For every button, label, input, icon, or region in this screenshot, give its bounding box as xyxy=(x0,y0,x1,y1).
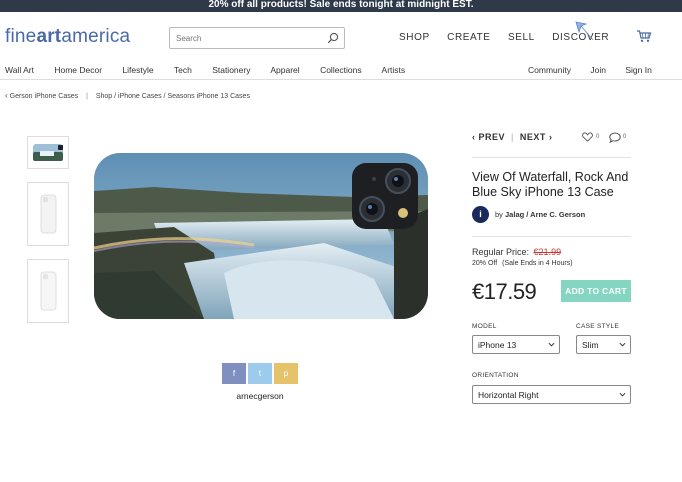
search-input[interactable] xyxy=(170,28,320,49)
pinterest-icon: p xyxy=(283,369,289,378)
prev-link[interactable]: PREV xyxy=(479,132,506,142)
logo-part-fine: fine xyxy=(5,26,37,47)
nav-community[interactable]: Community xyxy=(528,65,571,75)
panel-divider-mid xyxy=(472,236,631,237)
add-to-cart-button[interactable]: ADD TO CART xyxy=(561,280,631,302)
panel-divider-top xyxy=(472,157,631,158)
mouse-cursor-icon xyxy=(575,21,594,41)
next-link[interactable]: NEXT xyxy=(520,132,546,142)
share-twitter-button[interactable]: t xyxy=(248,363,272,384)
chevron-left-icon: ‹ xyxy=(472,132,476,142)
chevron-down-icon xyxy=(619,392,626,397)
shopping-cart-icon[interactable] xyxy=(636,29,652,43)
cat-tech[interactable]: Tech xyxy=(174,65,192,75)
chevron-left-icon: ‹ xyxy=(5,91,8,100)
promo-text: 20% off all products! Sale ends tonight … xyxy=(208,0,474,10)
nav-sign-in[interactable]: Sign In xyxy=(625,65,651,75)
nav-join[interactable]: Join xyxy=(590,65,606,75)
artist-byline: by Jalag / Arne C. Gerson xyxy=(495,210,585,219)
sale-ends-note: (Sale Ends in 4 Hours) xyxy=(502,260,573,267)
thumbnail-side-image xyxy=(40,271,57,311)
site-logo[interactable]: fineartamerica xyxy=(5,26,130,48)
case-style-select[interactable]: Slim xyxy=(576,335,631,354)
cat-stationery[interactable]: Stationery xyxy=(212,65,250,75)
case-style-label: CASE STYLE xyxy=(576,323,620,330)
thumbnail-front-image xyxy=(33,144,63,161)
cat-apparel[interactable]: Apparel xyxy=(270,65,299,75)
likes-count: 0 xyxy=(596,134,600,140)
nav-sell[interactable]: SELL xyxy=(508,32,535,43)
category-nav: Wall Art Home Decor Lifestyle Tech Stati… xyxy=(0,62,682,80)
chevron-down-icon xyxy=(548,342,555,347)
thumbnail-back-image xyxy=(40,194,57,234)
category-nav-right: Community Join Sign In xyxy=(528,65,669,75)
regular-price-label: Regular Price: xyxy=(472,247,530,257)
twitter-icon: t xyxy=(258,369,262,378)
discount-percent: 20% Off xyxy=(472,260,498,267)
share-facebook-button[interactable]: f xyxy=(222,363,246,384)
search-box xyxy=(169,27,345,49)
category-nav-left: Wall Art Home Decor Lifestyle Tech Stati… xyxy=(5,65,423,75)
chevron-down-icon xyxy=(619,342,626,347)
breadcrumb-path[interactable]: Shop / iPhone Cases / Seasons iPhone 13 … xyxy=(96,93,250,100)
facebook-icon: f xyxy=(232,369,236,378)
regular-price: Regular Price: €21.99 xyxy=(472,247,561,257)
nav-shop[interactable]: SHOP xyxy=(399,32,430,43)
case-style-select-value: Slim xyxy=(582,340,599,350)
artist-username[interactable]: arnecgerson xyxy=(222,391,298,401)
cat-artists[interactable]: Artists xyxy=(382,65,406,75)
regular-price-value: €21.99 xyxy=(533,247,562,257)
orientation-label: ORIENTATION xyxy=(472,372,519,379)
camera-lens-icon xyxy=(359,168,411,222)
cat-collections[interactable]: Collections xyxy=(320,65,362,75)
chevron-right-icon: › xyxy=(548,132,553,142)
comment-icon[interactable] xyxy=(609,132,621,143)
artist-logo-icon[interactable]: i xyxy=(472,206,489,223)
orientation-select-value: Horizontal Right xyxy=(478,390,539,400)
model-label: MODEL xyxy=(472,323,497,330)
logo-part-art: art xyxy=(36,26,62,47)
artist-names-link[interactable]: Jalag / Arne C. Gerson xyxy=(505,210,585,219)
product-title: View Of Waterfall, Rock And Blue Sky iPh… xyxy=(472,170,629,199)
thumbnail-back[interactable] xyxy=(27,182,69,246)
product-pager: ‹ PREV | NEXT › xyxy=(472,132,552,142)
thumbnail-front[interactable] xyxy=(27,136,69,169)
sale-price: €17.59 xyxy=(472,279,537,304)
nav-create[interactable]: CREATE xyxy=(447,32,490,43)
search-icon[interactable] xyxy=(327,32,339,44)
camera-cutout xyxy=(352,163,418,229)
discount-info: 20% Off (Sale Ends in 4 Hours) xyxy=(472,260,573,267)
logo-part-america: america xyxy=(61,26,131,47)
breadcrumb-back-link[interactable]: Gerson iPhone Cases xyxy=(10,93,78,100)
share-pinterest-button[interactable]: p xyxy=(274,363,298,384)
thumbnail-side[interactable] xyxy=(27,259,69,323)
model-select-value: iPhone 13 xyxy=(478,340,517,350)
orientation-select[interactable]: Horizontal Right xyxy=(472,385,631,404)
cat-wall-art[interactable]: Wall Art xyxy=(5,65,34,75)
comments-count: 0 xyxy=(623,134,627,140)
breadcrumb-separator: | xyxy=(86,93,88,100)
cat-lifestyle[interactable]: Lifestyle xyxy=(122,65,153,75)
pager-separator: | xyxy=(511,132,514,142)
heart-icon[interactable] xyxy=(582,132,593,142)
by-prefix: by xyxy=(495,210,503,219)
site-header: fineartamerica SHOP CREATE SELL DISCOVER xyxy=(0,12,682,62)
breadcrumb: ‹ Gerson iPhone Cases | Shop / iPhone Ca… xyxy=(5,91,250,100)
model-select[interactable]: iPhone 13 xyxy=(472,335,560,354)
promo-banner[interactable]: 20% off all products! Sale ends tonight … xyxy=(0,0,682,12)
cat-home-decor[interactable]: Home Decor xyxy=(54,65,102,75)
